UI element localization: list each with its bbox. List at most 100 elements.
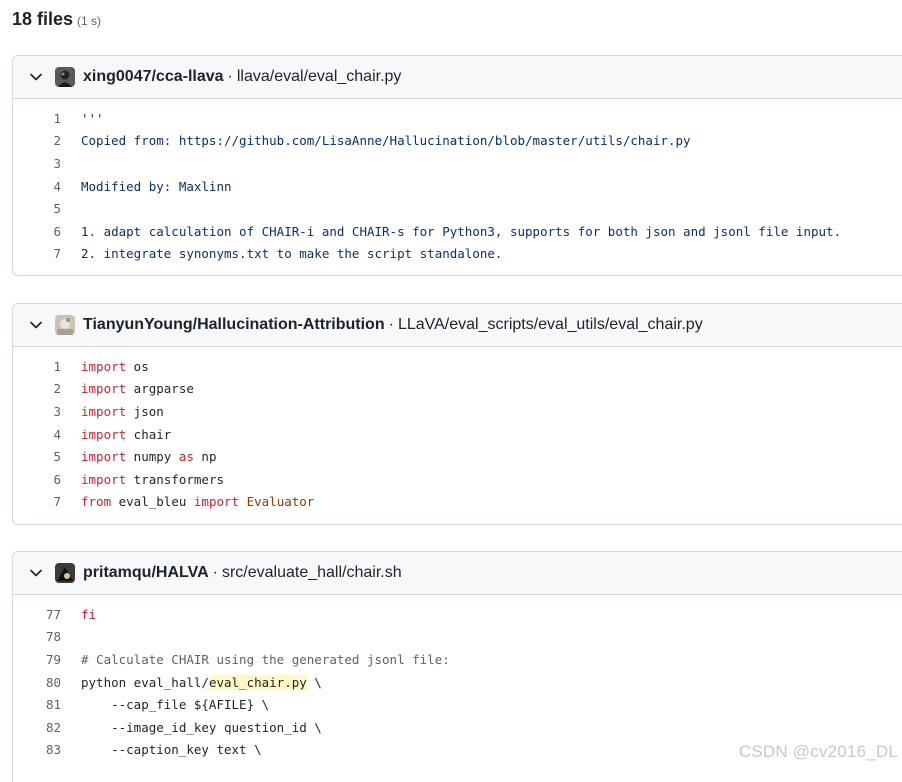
match-highlight: eval_chair.py (208, 674, 307, 690)
results-summary: 18 files (1 s) (12, 9, 101, 33)
code-token: argparse (126, 381, 194, 397)
code-text: ''' (81, 111, 104, 126)
code-text: from eval_bleu import Evaluator (81, 494, 314, 509)
chevron-down-icon[interactable] (28, 317, 44, 333)
code-text: import transformers (81, 472, 224, 487)
code-snippet: 1 import os 2 import argparse 3 import json 4 i… (13, 347, 902, 519)
code-token: Modified by: Maxlinn (81, 178, 232, 194)
code-text: Modified by: Maxlinn (81, 179, 232, 194)
result-header: pritamqu/HALVA · src/evaluate_hall/chair… (13, 552, 902, 595)
line-number[interactable]: 2 (13, 381, 81, 396)
code-line[interactable]: 80 python eval_hall/eval_chair.py \ (13, 671, 902, 694)
line-number[interactable]: 1 (13, 359, 81, 374)
file-path-link[interactable]: llava/eval/eval_chair.py (237, 68, 402, 86)
line-number[interactable]: 7 (13, 494, 81, 509)
code-text: Copied from: https://github.com/LisaAnne… (81, 133, 691, 148)
code-text: 2. integrate synonyms.txt to make the sc… (81, 246, 502, 261)
code-line[interactable]: 2 import argparse (13, 378, 902, 401)
code-token: import (81, 358, 127, 374)
code-text: --caption_key text \ (81, 742, 262, 757)
result-header: xing0047/cca-llava · llava/eval/eval_cha… (13, 56, 902, 99)
code-line[interactable]: 2 Copied from: https://github.com/LisaAnn… (13, 130, 902, 153)
code-token: import (81, 449, 127, 465)
result-header: TianyunYoung/Hallucination-Attribution ·… (13, 304, 902, 347)
repo-link[interactable]: xing0047/cca-llava (83, 68, 224, 86)
code-line[interactable]: 1 ''' (13, 107, 902, 130)
line-number[interactable]: 3 (13, 156, 81, 171)
line-number[interactable]: 82 (13, 720, 81, 735)
code-token: 2. integrate synonyms.txt to make the sc… (81, 246, 503, 262)
user-avatar-icon[interactable] (55, 67, 75, 87)
code-line[interactable]: 5 (13, 197, 902, 220)
code-token: import (81, 471, 127, 487)
code-line[interactable]: 5 import numpy as np (13, 445, 902, 468)
code-snippet: 1 ''' 2 Copied from: https://github.com/Lis… (13, 99, 902, 271)
code-line[interactable]: 1 import os (13, 355, 902, 378)
code-line[interactable]: 4 import chair (13, 423, 902, 446)
code-text: fi (81, 607, 96, 622)
code-line[interactable]: 7 2. integrate synonyms.txt to make the s… (13, 243, 902, 266)
code-line[interactable]: 79 # Calculate CHAIR using the generated … (13, 648, 902, 671)
user-avatar-icon[interactable] (55, 315, 75, 335)
line-number[interactable]: 5 (13, 201, 81, 216)
code-token: ''' (81, 110, 104, 126)
code-line[interactable]: 3 (13, 152, 902, 175)
code-token: Copied from: https://github.com/LisaAnne… (81, 133, 691, 149)
line-number[interactable]: 80 (13, 675, 81, 690)
line-number[interactable]: 4 (13, 179, 81, 194)
code-text: import chair (81, 427, 171, 442)
code-line[interactable]: 4 Modified by: Maxlinn (13, 175, 902, 198)
code-token: os (126, 358, 149, 374)
code-text: import json (81, 404, 164, 419)
code-token: 1. adapt calculation of CHAIR-i and CHAI… (81, 223, 842, 239)
code-line[interactable]: 82 --image_id_key question_id \ (13, 716, 902, 739)
code-line[interactable]: 77 fi (13, 603, 902, 626)
code-line[interactable]: 6 1. adapt calculation of CHAIR-i and CHA… (13, 220, 902, 243)
code-line[interactable]: 6 import transformers (13, 468, 902, 491)
chevron-down-icon[interactable] (28, 565, 44, 581)
line-number[interactable]: 7 (13, 246, 81, 261)
line-number[interactable]: 81 (13, 697, 81, 712)
line-number[interactable]: 6 (13, 472, 81, 487)
chevron-down-icon[interactable] (28, 69, 44, 85)
code-token: import (81, 426, 127, 442)
code-token: --image_id_key question_id \ (81, 719, 322, 735)
file-path-link[interactable]: LLaVA/eval_scripts/eval_utils/eval_chair… (398, 316, 703, 334)
line-number[interactable]: 1 (13, 111, 81, 126)
repo-link[interactable]: pritamqu/HALVA (83, 564, 209, 582)
line-number[interactable]: 78 (13, 629, 81, 644)
code-token: eval_bleu (111, 494, 194, 510)
code-line[interactable]: 7 from eval_bleu import Evaluator (13, 491, 902, 514)
code-text: import argparse (81, 381, 194, 396)
code-line[interactable]: 3 import json (13, 400, 902, 423)
code-token: numpy (126, 449, 179, 465)
search-time: (1 s) (77, 14, 102, 28)
code-token: fi (81, 606, 97, 622)
code-text: # Calculate CHAIR using the generated js… (81, 652, 450, 667)
repo-link[interactable]: TianyunYoung/Hallucination-Attribution (83, 316, 385, 334)
code-token: as (178, 449, 194, 465)
separator: · (212, 564, 218, 581)
search-result-card: xing0047/cca-llava · llava/eval/eval_cha… (12, 55, 902, 276)
code-line[interactable]: 78 (13, 626, 902, 649)
line-number[interactable]: 4 (13, 427, 81, 442)
code-token: from (81, 494, 112, 510)
line-number[interactable]: 5 (13, 449, 81, 464)
code-line[interactable]: 81 --cap_file ${AFILE} \ (13, 693, 902, 716)
user-avatar-icon[interactable] (55, 563, 75, 583)
code-token: import (81, 403, 127, 419)
code-text: --image_id_key question_id \ (81, 720, 322, 735)
line-number[interactable]: 3 (13, 404, 81, 419)
line-number[interactable]: 6 (13, 224, 81, 239)
code-text: python eval_hall/eval_chair.py \ (81, 674, 322, 690)
line-number[interactable]: 79 (13, 652, 81, 667)
results-count: 18 files (12, 9, 74, 29)
line-number[interactable]: 77 (13, 607, 81, 622)
code-token: transformers (126, 471, 224, 487)
separator: · (227, 68, 233, 85)
code-token: python eval_hall/ (81, 674, 209, 690)
line-number[interactable]: 83 (13, 742, 81, 757)
code-token: json (126, 403, 164, 419)
line-number[interactable]: 2 (13, 133, 81, 148)
file-path-link[interactable]: src/evaluate_hall/chair.sh (222, 564, 402, 582)
